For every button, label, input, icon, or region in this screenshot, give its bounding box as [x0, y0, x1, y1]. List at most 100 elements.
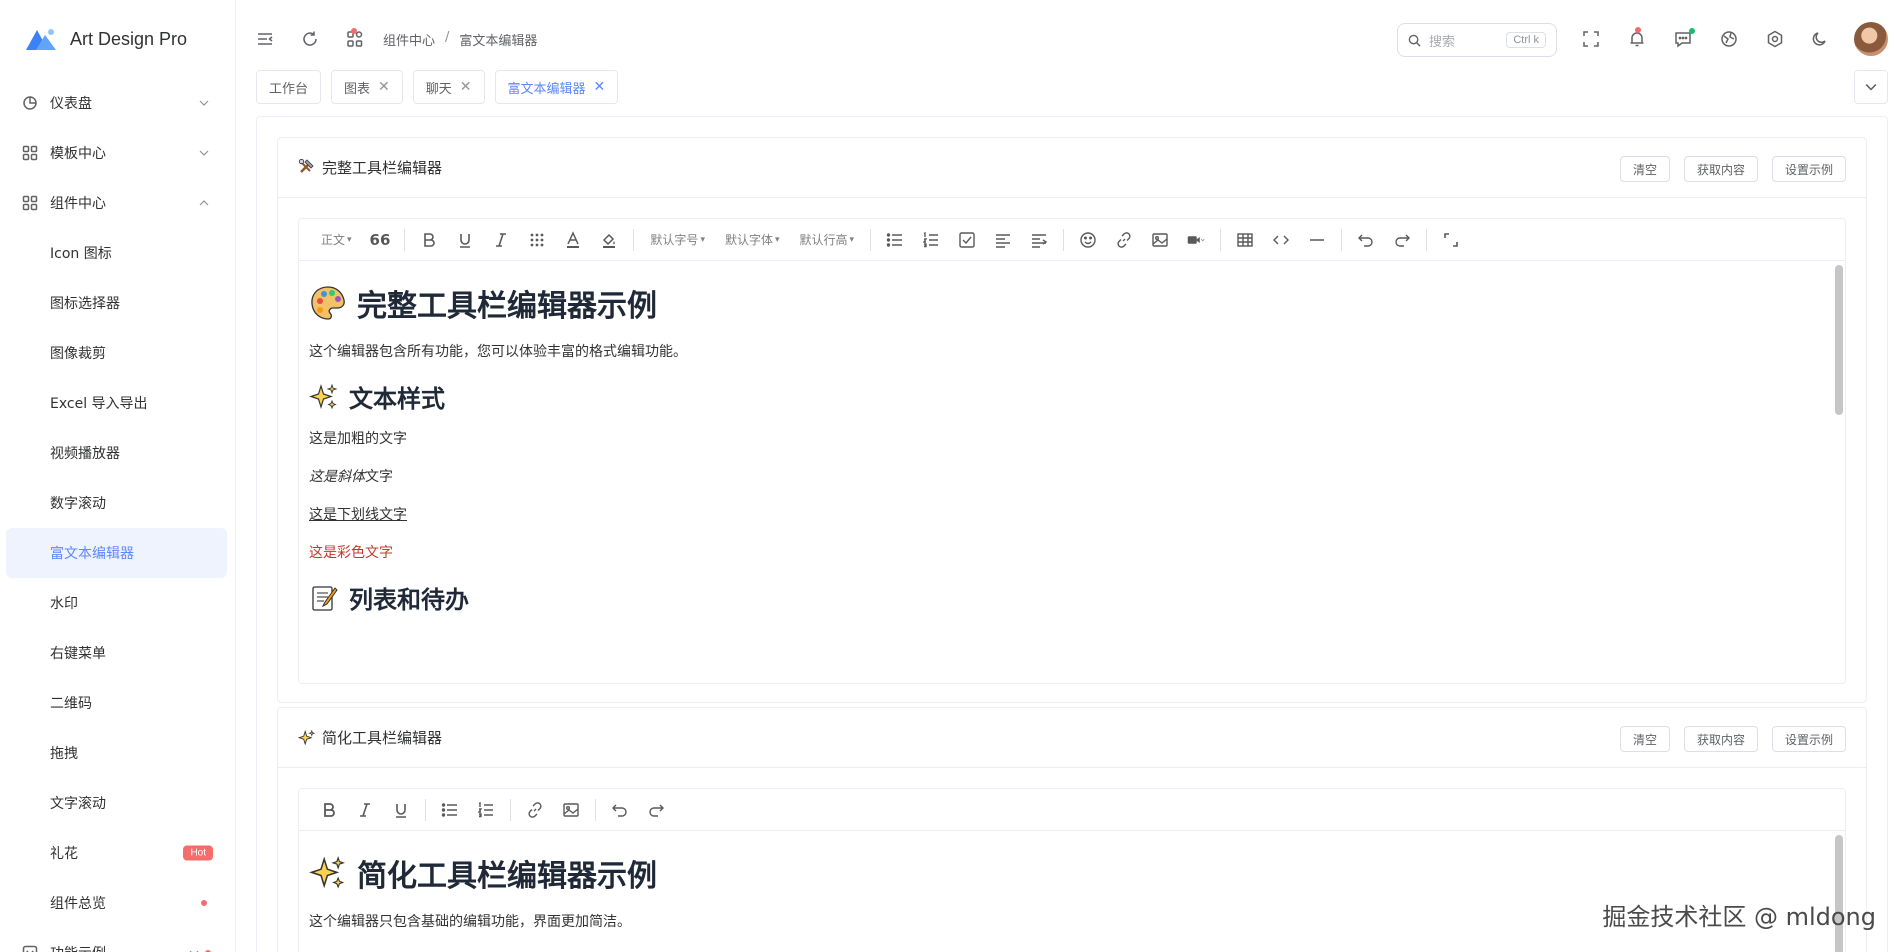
content-heading-2: 文本样式 [309, 379, 1835, 414]
editor-content[interactable]: 完整工具栏编辑器示例 这个编辑器包含所有功能，您可以体验丰富的格式编辑功能。 文… [299, 261, 1845, 683]
sidebar-subitem-excel[interactable]: Excel 导入导出 [0, 378, 235, 428]
link-icon[interactable] [1106, 226, 1142, 254]
font-color-icon[interactable] [555, 226, 591, 254]
card-title-text: 简化工具栏编辑器 [322, 729, 443, 747]
emoji-icon[interactable] [1070, 226, 1106, 254]
sidebar-subitem-overview[interactable]: 组件总览 [0, 878, 235, 928]
avatar[interactable] [1854, 22, 1888, 56]
brand[interactable]: Art Design Pro [0, 0, 235, 78]
sidebar-subitem-icon-picker[interactable]: 图标选择器 [0, 278, 235, 328]
set-example-button[interactable]: 设置示例 [1771, 156, 1846, 182]
notification-dot [1635, 27, 1641, 33]
sidebar-subitem-count-to[interactable]: 数字滚动 [0, 478, 235, 528]
sidebar-item-examples[interactable]: 功能示例 [0, 928, 235, 952]
palette-icon [311, 286, 345, 320]
line-height-select[interactable]: 默认行高 [790, 226, 865, 254]
align-left-icon[interactable] [985, 226, 1021, 254]
code-block-icon[interactable] [1263, 226, 1299, 254]
get-content-button[interactable]: 获取内容 [1683, 726, 1758, 752]
sidebar-subitem-fireworks[interactable]: 礼花 Hot [0, 828, 235, 878]
italic-icon[interactable] [483, 226, 519, 254]
sidebar-subitem-watermark[interactable]: 水印 [0, 578, 235, 628]
tab-workbench[interactable]: 工作台 [256, 70, 322, 104]
fullscreen-icon[interactable] [1580, 28, 1602, 50]
image-icon[interactable] [553, 796, 589, 824]
tab-charts[interactable]: 图表 ✕ [331, 70, 403, 104]
bold-icon[interactable] [411, 226, 447, 254]
close-icon[interactable]: ✕ [460, 79, 472, 95]
notification-dot [201, 900, 207, 906]
sidebar-subitem-image-crop[interactable]: 图像裁剪 [0, 328, 235, 378]
numbered-list-icon[interactable] [468, 796, 504, 824]
indent-icon[interactable] [1021, 226, 1057, 254]
underline-icon[interactable] [447, 226, 483, 254]
sidebar-item-components[interactable]: 组件中心 [0, 178, 235, 228]
set-example-button[interactable]: 设置示例 [1771, 726, 1846, 752]
table-icon[interactable] [1227, 226, 1263, 254]
bulleted-list-icon[interactable] [432, 796, 468, 824]
background-color-icon[interactable] [591, 226, 627, 254]
search-icon [1408, 34, 1421, 47]
sidebar-item-label: 组件中心 [50, 196, 106, 212]
image-icon[interactable] [1142, 226, 1178, 254]
undo-icon[interactable] [1348, 226, 1384, 254]
heading-select[interactable]: 正文 [311, 226, 362, 254]
font-size-select[interactable]: 默认字号 [640, 226, 715, 254]
video-icon[interactable] [1178, 226, 1214, 254]
sparkles-icon [309, 855, 346, 889]
toolbar-divider [1426, 228, 1428, 251]
redo-icon[interactable] [638, 796, 674, 824]
sidebar-subitem-context-menu[interactable]: 右键菜单 [0, 628, 235, 678]
scrollbar[interactable] [1835, 265, 1843, 415]
bold-icon[interactable] [311, 796, 347, 824]
tab-chat[interactable]: 聊天 ✕ [412, 70, 485, 104]
sidebar-subitem-label: 视频播放器 [50, 446, 120, 462]
more-styles-icon[interactable] [519, 226, 555, 254]
moon-icon[interactable] [1809, 28, 1831, 50]
tab-label: 富文本编辑器 [507, 81, 586, 97]
sidebar-subitem-label: 拖拽 [50, 746, 78, 762]
sidebar-item-dashboard[interactable]: 仪表盘 [0, 78, 235, 128]
sidebar-subitem-qrcode[interactable]: 二维码 [0, 678, 235, 728]
close-icon[interactable]: ✕ [378, 79, 390, 95]
card-header: 完整工具栏编辑器 清空 获取内容 设置示例 [278, 138, 1866, 198]
font-family-select[interactable]: 默认字体 [715, 226, 790, 254]
tab-rich-editor[interactable]: 富文本编辑器 ✕ [494, 70, 619, 104]
settings-icon[interactable] [1764, 28, 1786, 50]
numbered-list-icon[interactable] [913, 226, 949, 254]
search-box[interactable]: 搜索 Ctrl k [1397, 23, 1557, 57]
chevron-down-icon [199, 150, 209, 156]
sidebar-item-label: 仪表盘 [50, 96, 92, 112]
content-heading-1: 完整工具栏编辑器示例 [309, 281, 1835, 325]
sidebar-subitem-rich-editor[interactable]: 富文本编辑器 [6, 528, 227, 578]
editor-toolbar: 正文 66 默认字号 默认字体 默认行高 [299, 219, 1845, 261]
quote-icon[interactable]: 66 [362, 226, 399, 254]
get-content-button[interactable]: 获取内容 [1683, 156, 1758, 182]
search-placeholder: 搜索 [1429, 34, 1456, 50]
underline-icon[interactable] [383, 796, 419, 824]
editor-content[interactable]: 简化工具栏编辑器示例 这个编辑器只包含基础的编辑功能，界面更加简洁。 [299, 831, 1845, 952]
sidebar-subitem-text-scroll[interactable]: 文字滚动 [0, 778, 235, 828]
fullscreen-icon[interactable] [1433, 226, 1469, 254]
language-icon[interactable] [1718, 28, 1740, 50]
sidebar-item-templates[interactable]: 模板中心 [0, 128, 235, 178]
redo-icon[interactable] [1384, 226, 1420, 254]
close-icon[interactable]: ✕ [594, 79, 606, 95]
menu-fold-icon[interactable] [254, 28, 276, 50]
breadcrumb-item[interactable]: 组件中心 [383, 30, 435, 49]
link-icon[interactable] [517, 796, 553, 824]
clear-button[interactable]: 清空 [1619, 156, 1670, 182]
sidebar-subitem-drag[interactable]: 拖拽 [0, 728, 235, 778]
sidebar-subitem-icon[interactable]: Icon 图标 [0, 228, 235, 278]
clear-button[interactable]: 清空 [1619, 726, 1670, 752]
todo-icon[interactable] [949, 226, 985, 254]
refresh-icon[interactable] [299, 28, 321, 50]
sidebar-subitem-video[interactable]: 视频播放器 [0, 428, 235, 478]
undo-icon[interactable] [602, 796, 638, 824]
italic-icon[interactable] [347, 796, 383, 824]
bold-text: 这是加粗的文字 [309, 431, 407, 447]
tabs-more-button[interactable] [1854, 70, 1888, 104]
bulleted-list-icon[interactable] [877, 226, 913, 254]
scrollbar[interactable] [1835, 835, 1843, 952]
divider-icon[interactable] [1299, 226, 1335, 254]
